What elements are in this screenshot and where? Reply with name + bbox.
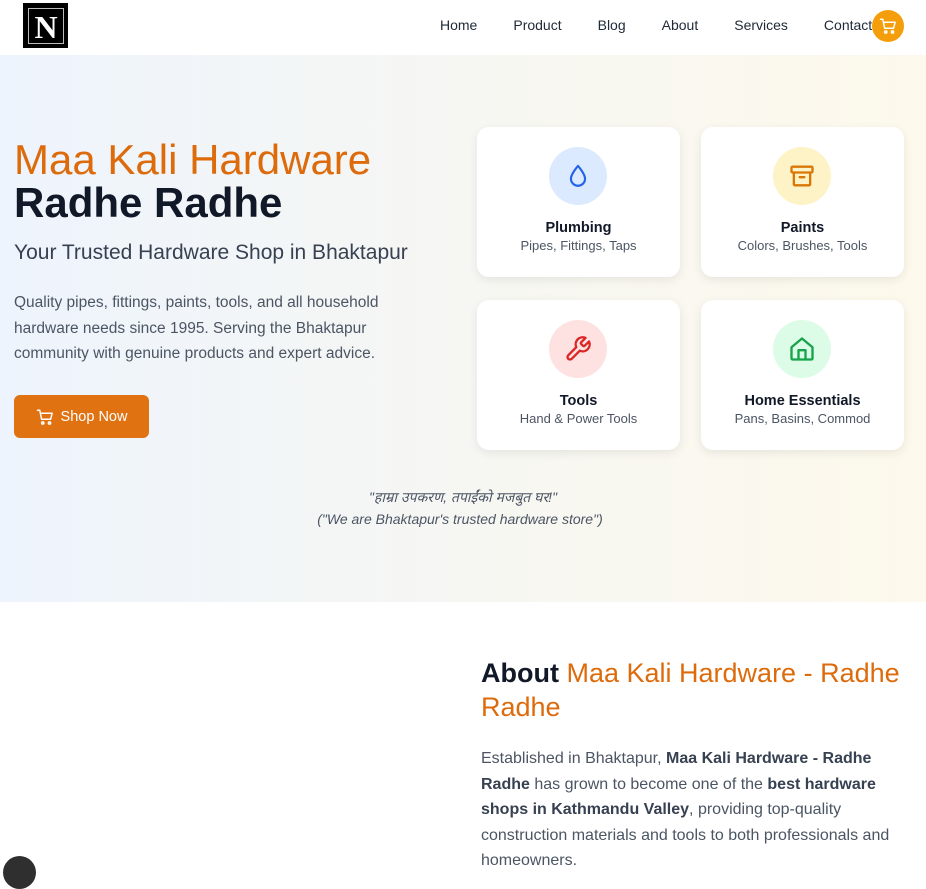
logo-mark: N [27, 7, 64, 45]
hero-quote-nepali: "हाम्रा उपकरण, तपाईंको मजबुत घर!" [368, 489, 558, 505]
cart-button[interactable] [872, 10, 904, 42]
nav-about[interactable]: About [644, 17, 717, 33]
category-subtitle: Hand & Power Tools [519, 411, 638, 426]
wrench-icon [566, 336, 591, 361]
svg-text:N: N [34, 9, 57, 45]
category-subtitle: Pipes, Fittings, Taps [520, 238, 637, 253]
archive-icon [790, 165, 814, 187]
tools-icon-circle [549, 320, 607, 378]
site-header: N Home Product Blog About Services Conta… [0, 0, 926, 55]
about-paragraph: Established in Bhaktapur, Maa Kali Hardw… [481, 746, 906, 874]
category-name: Home Essentials [744, 393, 861, 409]
about-text-part: has grown to become one of the [529, 775, 768, 793]
cart-icon [36, 409, 53, 425]
category-subtitle: Colors, Brushes, Tools [737, 238, 868, 253]
main-nav: Home Product Blog About Services Contact [422, 17, 890, 33]
about-heading: About Maa Kali Hardware - Radhe Radhe [481, 656, 911, 724]
category-name: Tools [559, 393, 598, 409]
plumbing-icon-circle [549, 147, 607, 205]
hero-description: Quality pipes, fittings, paints, tools, … [14, 294, 379, 362]
site-logo[interactable]: N [23, 3, 68, 48]
about-text-part: Established in Bhaktapur, [481, 750, 667, 767]
home-icon-circle [773, 320, 831, 378]
hero-quote-english: ("We are Bhaktapur's trusted hardware st… [317, 511, 603, 527]
cart-icon [879, 18, 896, 34]
shop-now-button[interactable]: Shop Now [14, 395, 149, 438]
paints-icon-circle [773, 147, 831, 205]
hero-title-line1: Maa Kali Hardware [14, 136, 372, 183]
category-card-home-essentials[interactable]: Home Essentials Pans, Basins, Commod [701, 300, 904, 450]
category-name: Paints [780, 220, 825, 236]
nav-product[interactable]: Product [495, 17, 579, 33]
floating-chat-button[interactable] [3, 856, 36, 889]
nav-services[interactable]: Services [716, 17, 806, 33]
droplet-icon [569, 164, 587, 187]
category-name: Plumbing [545, 220, 612, 236]
category-card-plumbing[interactable]: Plumbing Pipes, Fittings, Taps [477, 127, 680, 277]
category-card-tools[interactable]: Tools Hand & Power Tools [477, 300, 680, 450]
shop-now-label: Shop Now [60, 408, 128, 425]
category-card-paints[interactable]: Paints Colors, Brushes, Tools [701, 127, 904, 277]
about-heading-prefix: About [481, 658, 559, 688]
category-subtitle: Pans, Basins, Commod [734, 411, 871, 426]
hero-subtitle: Your Trusted Hardware Shop in Bhaktapur [14, 241, 408, 264]
hero-title-line2: Radhe Radhe [14, 179, 283, 226]
nav-blog[interactable]: Blog [580, 17, 644, 33]
nav-home[interactable]: Home [422, 17, 495, 33]
home-icon [790, 337, 814, 361]
